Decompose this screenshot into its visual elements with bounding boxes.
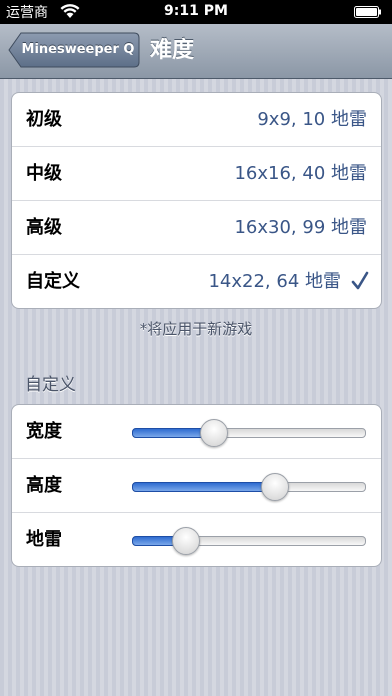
status-bar: 运营商 9:11 PM [0, 0, 392, 24]
slider-thumb[interactable] [200, 419, 229, 447]
status-time: 9:11 PM [164, 3, 228, 19]
slider-label: 宽度 [26, 421, 62, 442]
difficulty-value: 9x9, 10 地雷 [257, 109, 367, 130]
difficulty-row-beginner[interactable]: 初级 9x9, 10 地雷 [12, 93, 381, 147]
difficulty-label: 自定义 [26, 271, 80, 292]
difficulty-value: 16x16, 40 地雷 [234, 163, 367, 184]
back-button-label: Minesweeper Q [21, 42, 135, 57]
difficulty-list: 初级 9x9, 10 地雷 中级 16x16, 40 地雷 高级 16x30, … [11, 92, 382, 309]
navigation-bar: Minesweeper Q [0, 24, 392, 79]
footnote: *将应用于新游戏 [139, 320, 253, 338]
difficulty-label: 中级 [26, 163, 62, 184]
mines-slider[interactable] [132, 527, 366, 555]
difficulty-label: 高级 [26, 217, 62, 238]
slider-thumb[interactable] [260, 473, 289, 501]
slider-row-width: 宽度 [12, 405, 381, 459]
page-title: 难度 [150, 38, 195, 63]
battery-icon [354, 6, 381, 18]
checkmark-icon [351, 271, 369, 290]
section-header-custom: 自定义 [25, 375, 76, 395]
difficulty-row-expert[interactable]: 高级 16x30, 99 地雷 [12, 201, 381, 255]
custom-sliders-group: 宽度 高度 地雷 [11, 404, 382, 567]
slider-label: 地雷 [26, 529, 62, 550]
difficulty-row-custom[interactable]: 自定义 14x22, 64 地雷 [12, 255, 381, 308]
slider-label: 高度 [26, 475, 62, 496]
difficulty-value: 14x22, 64 地雷 [208, 271, 341, 292]
slider-fill [132, 482, 276, 492]
back-button[interactable]: Minesweeper Q [8, 32, 140, 68]
width-slider[interactable] [132, 419, 366, 447]
slider-thumb[interactable] [172, 527, 201, 555]
difficulty-value: 16x30, 99 地雷 [234, 217, 367, 238]
difficulty-label: 初级 [26, 109, 62, 130]
slider-row-mines: 地雷 [12, 513, 381, 566]
slider-row-height: 高度 [12, 459, 381, 513]
difficulty-row-intermediate[interactable]: 中级 16x16, 40 地雷 [12, 147, 381, 201]
height-slider[interactable] [132, 473, 366, 501]
